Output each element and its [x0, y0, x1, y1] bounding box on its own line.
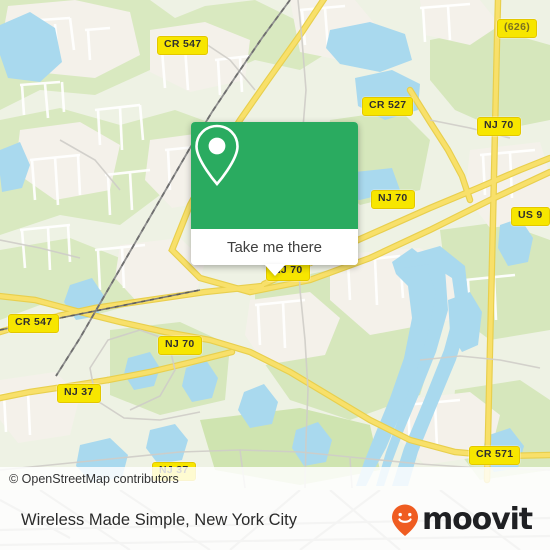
popup-pin-area: [191, 122, 358, 229]
moovit-map-card: CR 547 (626) CR 527 NJ 70 NJ 70 US 9 NJ 70 CR 5…: [0, 0, 550, 550]
popup-pointer: [264, 264, 286, 276]
destination-popup-card[interactable]: Take me there: [191, 122, 358, 265]
moovit-wordmark: moovit: [421, 502, 533, 537]
road-shield: CR 547: [157, 36, 209, 55]
take-me-there-button[interactable]: Take me there: [191, 229, 358, 265]
road-shield: (626): [497, 19, 538, 38]
map-pin-icon: [195, 124, 239, 186]
footer-bar: Wireless Made Simple, New York City moov…: [0, 490, 550, 550]
road-shield: US 9: [511, 207, 550, 226]
road-shield: CR 547: [8, 314, 60, 333]
map-canvas[interactable]: CR 547 (626) CR 527 NJ 70 NJ 70 US 9 NJ 70 CR 5…: [0, 0, 550, 490]
moovit-logo[interactable]: moovit: [390, 502, 533, 537]
road-shield: NJ 70: [158, 336, 202, 355]
road-shield: NJ 70: [477, 117, 521, 136]
road-shield: CR 571: [469, 446, 521, 465]
road-shield: NJ 70: [371, 190, 415, 209]
take-me-there-label: Take me there: [226, 238, 323, 256]
osm-attribution-text: © OpenStreetMap contributors: [9, 471, 179, 486]
road-shield: CR 527: [362, 97, 414, 116]
moovit-pin-smiley-icon: [391, 504, 418, 536]
osm-attribution-bar: © OpenStreetMap contributors: [0, 467, 550, 490]
road-shield: NJ 37: [57, 384, 101, 403]
place-title: Wireless Made Simple, New York City: [21, 510, 298, 529]
